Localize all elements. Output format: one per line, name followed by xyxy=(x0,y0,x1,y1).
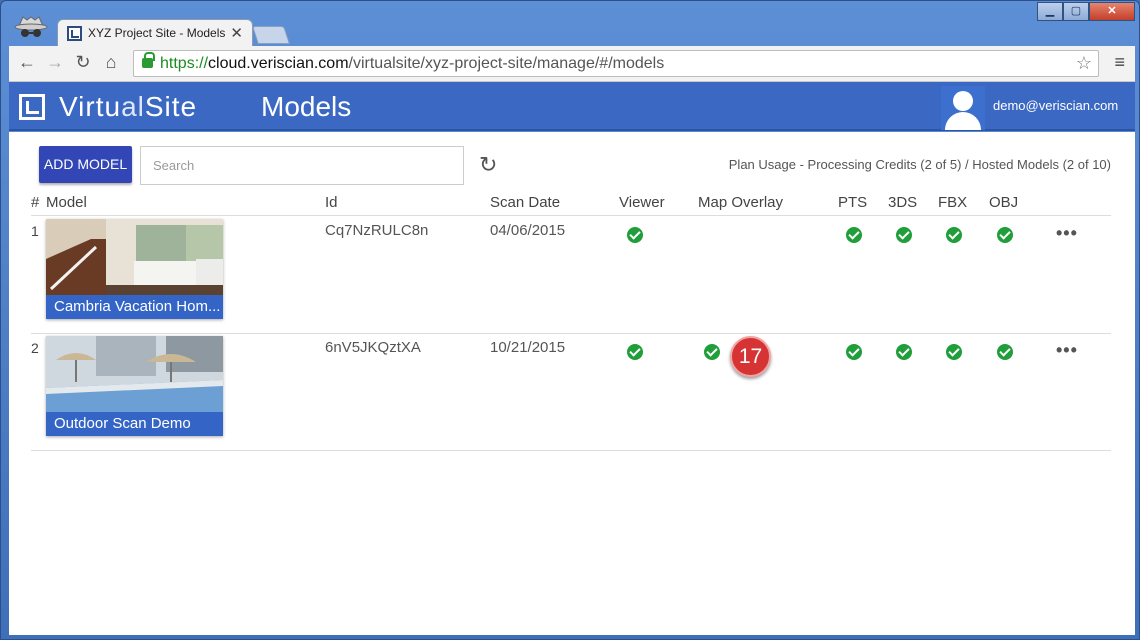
model-name[interactable]: Outdoor Scan Demo xyxy=(46,412,223,436)
fbx-check-icon[interactable] xyxy=(946,227,962,243)
step-number-badge: 17 xyxy=(730,336,771,377)
column-header-fbx[interactable]: FBX xyxy=(938,194,967,211)
model-thumbnail[interactable]: Cambria Vacation Hom... xyxy=(46,219,223,319)
scan-date: 04/06/2015 xyxy=(490,222,566,239)
back-arrow-icon[interactable]: ← xyxy=(15,52,39,73)
refresh-icon[interactable]: ↻ xyxy=(479,152,497,178)
model-thumbnail[interactable]: Outdoor Scan Demo xyxy=(46,336,223,436)
table-header: # Model Id Scan Date Viewer Map Overlay … xyxy=(31,192,1111,216)
incognito-icon xyxy=(14,16,48,37)
column-header-map-overlay[interactable]: Map Overlay xyxy=(698,194,783,211)
fbx-check-icon[interactable] xyxy=(946,344,962,360)
logo-text-part2: al xyxy=(121,91,145,122)
more-options-icon[interactable]: ••• xyxy=(1056,223,1078,244)
model-id: Cq7NzRULC8n xyxy=(325,222,429,239)
url-host: cloud.veriscian.com xyxy=(208,55,349,72)
pts-check-icon[interactable] xyxy=(846,227,862,243)
url-scheme: https:// xyxy=(160,55,209,72)
column-header-obj[interactable]: OBJ xyxy=(989,194,1018,211)
add-model-button[interactable]: ADD MODEL xyxy=(39,146,132,183)
map-overlay-check-icon[interactable] xyxy=(704,344,720,360)
app-header: VirtualSite Models demo@veriscian.com xyxy=(9,82,1135,131)
browser-window: XYZ Project Site - Models ✕ ▁ ▢ ✕ ← → ↻ … xyxy=(0,0,1140,640)
site-favicon-icon xyxy=(67,26,82,41)
page-title: Models xyxy=(261,91,352,122)
more-options-icon[interactable]: ••• xyxy=(1056,340,1078,361)
window-controls: ▁ ▢ ✕ xyxy=(1037,2,1135,21)
tab-active[interactable]: XYZ Project Site - Models ✕ xyxy=(57,19,253,47)
outdoor-pool-image xyxy=(46,336,223,412)
user-email[interactable]: demo@veriscian.com xyxy=(993,98,1118,113)
forward-arrow-icon[interactable]: → xyxy=(43,52,67,73)
tab-title: XYZ Project Site - Models xyxy=(88,26,226,40)
obj-check-icon[interactable] xyxy=(997,344,1013,360)
home-icon[interactable]: ⌂ xyxy=(99,52,123,73)
close-window-button[interactable]: ✕ xyxy=(1089,2,1135,21)
browser-menu-icon[interactable]: ≡ xyxy=(1114,52,1125,73)
virtualsite-logo-icon xyxy=(19,94,45,120)
maximize-button[interactable]: ▢ xyxy=(1063,2,1089,21)
column-header-num: # xyxy=(31,194,40,211)
interior-room-image xyxy=(46,219,223,295)
row-number: 2 xyxy=(31,340,39,356)
3ds-check-icon[interactable] xyxy=(896,344,912,360)
column-header-model[interactable]: Model xyxy=(46,194,87,211)
models-panel: ADD MODEL ↻ Plan Usage - Processing Cred… xyxy=(9,132,1135,635)
bookmark-star-icon[interactable]: ☆ xyxy=(1076,53,1092,74)
search-input[interactable] xyxy=(140,146,464,185)
column-header-viewer[interactable]: Viewer xyxy=(619,194,665,211)
obj-check-icon[interactable] xyxy=(997,227,1013,243)
table-row: 2 Outdoor Scan Demo 6nV5JKQztXA 10/21/20… xyxy=(31,334,1111,451)
pts-check-icon[interactable] xyxy=(846,344,862,360)
app-logo-text[interactable]: VirtualSite xyxy=(59,91,197,123)
url-path: /virtualsite/xyz-project-site/manage/#/m… xyxy=(348,55,665,72)
minimize-button[interactable]: ▁ xyxy=(1037,2,1063,21)
table-row: 1 Cambria Vacation Hom... Cq7NzRULC8n 04… xyxy=(31,217,1111,334)
address-bar[interactable]: https://cloud.veriscian.com/virtualsite/… xyxy=(133,50,1099,77)
column-header-scan-date[interactable]: Scan Date xyxy=(490,194,560,211)
logo-text-part1: Virtu xyxy=(59,91,122,122)
column-header-3ds[interactable]: 3DS xyxy=(888,194,917,211)
viewer-check-icon[interactable] xyxy=(627,344,643,360)
tab-close-icon[interactable]: ✕ xyxy=(230,24,243,42)
browser-toolbar: ← → ↻ ⌂ https://cloud.veriscian.com/virt… xyxy=(9,46,1135,82)
user-avatar-icon[interactable] xyxy=(941,86,985,130)
row-number: 1 xyxy=(31,223,39,239)
tab-strip: XYZ Project Site - Models ✕ ▁ ▢ ✕ xyxy=(1,1,1139,47)
new-tab-button[interactable] xyxy=(252,26,290,44)
scan-date: 10/21/2015 xyxy=(490,339,566,356)
column-header-pts[interactable]: PTS xyxy=(838,194,867,211)
logo-text-part3: Site xyxy=(144,91,198,122)
plan-usage-text: Plan Usage - Processing Credits (2 of 5)… xyxy=(728,157,1111,172)
model-id: 6nV5JKQztXA xyxy=(325,339,421,356)
reload-icon[interactable]: ↻ xyxy=(71,52,95,73)
secure-lock-icon xyxy=(142,52,155,68)
viewer-check-icon[interactable] xyxy=(627,227,643,243)
column-header-id[interactable]: Id xyxy=(325,194,338,211)
3ds-check-icon[interactable] xyxy=(896,227,912,243)
model-name[interactable]: Cambria Vacation Hom... xyxy=(46,295,223,319)
